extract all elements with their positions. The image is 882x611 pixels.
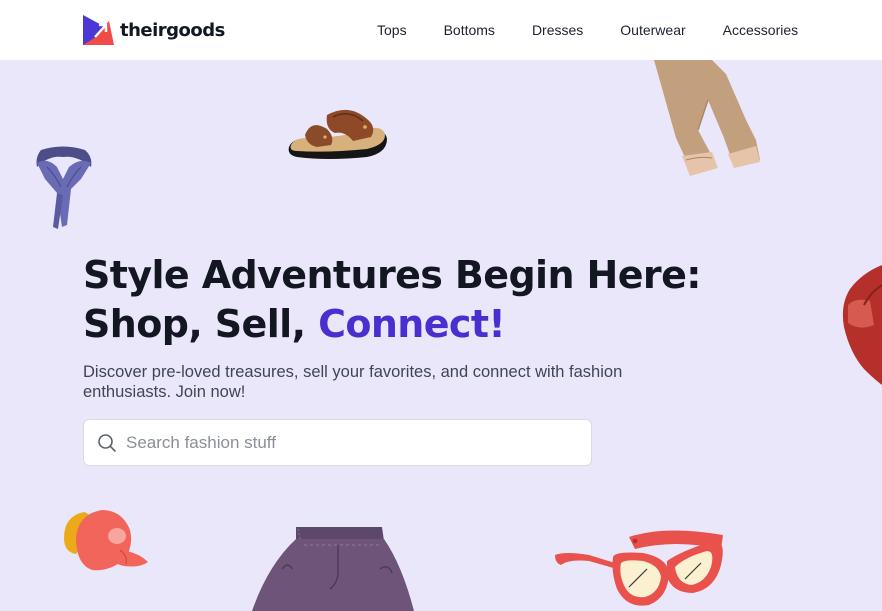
brand-name: theirgoods xyxy=(120,19,225,41)
nav-item-dresses[interactable]: Dresses xyxy=(532,21,583,39)
sandal-illustration xyxy=(288,109,387,159)
hero-subtitle: Discover pre-loved treasures, sell your … xyxy=(83,363,623,401)
headline-line-2: Shop, Sell, xyxy=(83,302,319,346)
trousers-illustration xyxy=(654,60,760,176)
hero-headline: Style Adventures Begin Here: Shop, Sell,… xyxy=(83,251,701,349)
search-bar[interactable] xyxy=(83,419,592,466)
nav-item-outerwear[interactable]: Outerwear xyxy=(620,21,685,39)
cap-illustration xyxy=(64,510,148,571)
brand-logo[interactable]: theirgoods xyxy=(83,15,225,45)
main-nav: Tops Bottoms Dresses Outerwear Accessori… xyxy=(377,21,798,39)
hero-section: Style Adventures Begin Here: Shop, Sell,… xyxy=(0,60,882,611)
search-input[interactable] xyxy=(126,432,566,453)
nav-item-accessories[interactable]: Accessories xyxy=(723,21,798,39)
logo-icon xyxy=(83,15,114,45)
headline-accent: Connect! xyxy=(318,302,506,346)
scarf-illustration xyxy=(36,146,92,229)
sunglasses-illustration xyxy=(555,530,723,606)
search-icon xyxy=(98,433,116,452)
site-header: theirgoods Tops Bottoms Dresses Outerwea… xyxy=(0,0,882,60)
nav-item-tops[interactable]: Tops xyxy=(377,21,407,39)
shorts-illustration xyxy=(252,527,414,611)
headline-line-1: Style Adventures Begin Here: xyxy=(83,253,701,297)
nav-item-bottoms[interactable]: Bottoms xyxy=(444,21,495,39)
jacket-illustration xyxy=(842,265,882,385)
